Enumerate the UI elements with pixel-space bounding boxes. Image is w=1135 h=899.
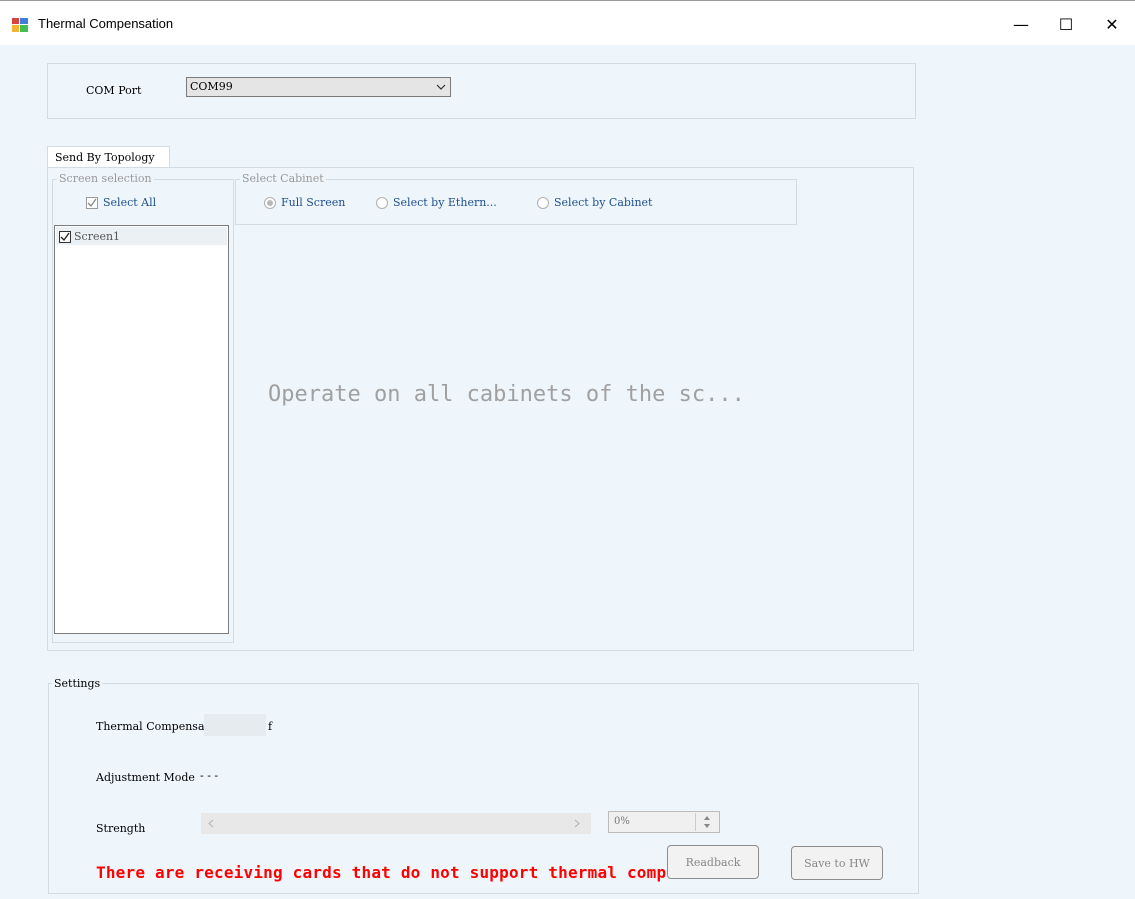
thermal-value-field[interactable] (204, 714, 266, 736)
maximize-button[interactable]: ☐ (1043, 9, 1089, 39)
radio-select-by-cabinet[interactable]: Select by Cabinet (537, 196, 652, 209)
screen-label: Screen1 (74, 230, 121, 243)
minimize-button[interactable]: — (998, 9, 1044, 39)
radio-label: Select by Ethern... (393, 196, 497, 209)
checkbox-icon (86, 196, 98, 209)
spin-up-icon[interactable] (704, 816, 710, 820)
strength-label: Strength (96, 822, 146, 835)
com-port-panel: COM Port (47, 63, 916, 119)
title-bar: Thermal Compensation — ☐ ✕ (0, 0, 1135, 45)
radio-selected-icon (264, 196, 276, 209)
strength-spinner[interactable]: 0% (608, 811, 720, 833)
scroll-left-icon[interactable] (208, 819, 214, 828)
select-cabinet-legend: Select Cabinet (240, 172, 326, 185)
list-item[interactable]: Screen1 (56, 227, 227, 245)
tab-send-by-topology[interactable]: Send By Topology (47, 146, 170, 168)
radio-label: Select by Cabinet (554, 196, 653, 209)
app-icon (12, 18, 28, 32)
checkbox-icon[interactable] (59, 231, 71, 243)
close-button[interactable]: ✕ (1089, 9, 1135, 39)
strength-slider[interactable] (201, 813, 591, 834)
warning-text: There are receiving cards that do not su… (96, 863, 667, 882)
radio-icon (537, 196, 549, 209)
select-all-checkbox[interactable]: Select All (86, 196, 156, 209)
scroll-right-icon[interactable] (574, 819, 580, 828)
spin-down-icon[interactable] (704, 824, 710, 828)
window-title: Thermal Compensation (38, 16, 174, 31)
com-port-label: COM Port (86, 84, 142, 97)
spinner-buttons[interactable] (695, 813, 718, 831)
strength-value: 0% (614, 816, 630, 827)
screen-list[interactable]: Screen1 (54, 225, 229, 634)
radio-select-by-ethernet[interactable]: Select by Ethern... (376, 196, 497, 209)
com-port-select[interactable]: COM99 (186, 77, 451, 97)
thermal-suffix: f (268, 720, 273, 733)
save-to-hw-button[interactable]: Save to HW (791, 846, 883, 880)
settings-legend: Settings (52, 677, 103, 690)
cabinet-message: Operate on all cabinets of the sc... (268, 382, 745, 407)
readback-button[interactable]: Readback (667, 845, 759, 879)
chevron-down-icon (436, 84, 446, 90)
adjustment-mode-value: - - - (200, 769, 219, 782)
select-all-label: Select All (103, 196, 157, 209)
radio-full-screen[interactable]: Full Screen (264, 196, 345, 209)
radio-label: Full Screen (281, 196, 346, 209)
adjustment-mode-label: Adjustment Mode (96, 771, 195, 784)
thermal-label: Thermal Compensa (96, 720, 205, 733)
radio-icon (376, 196, 388, 209)
screen-selection-legend: Screen selection (57, 172, 154, 185)
com-port-value: COM99 (190, 80, 233, 93)
